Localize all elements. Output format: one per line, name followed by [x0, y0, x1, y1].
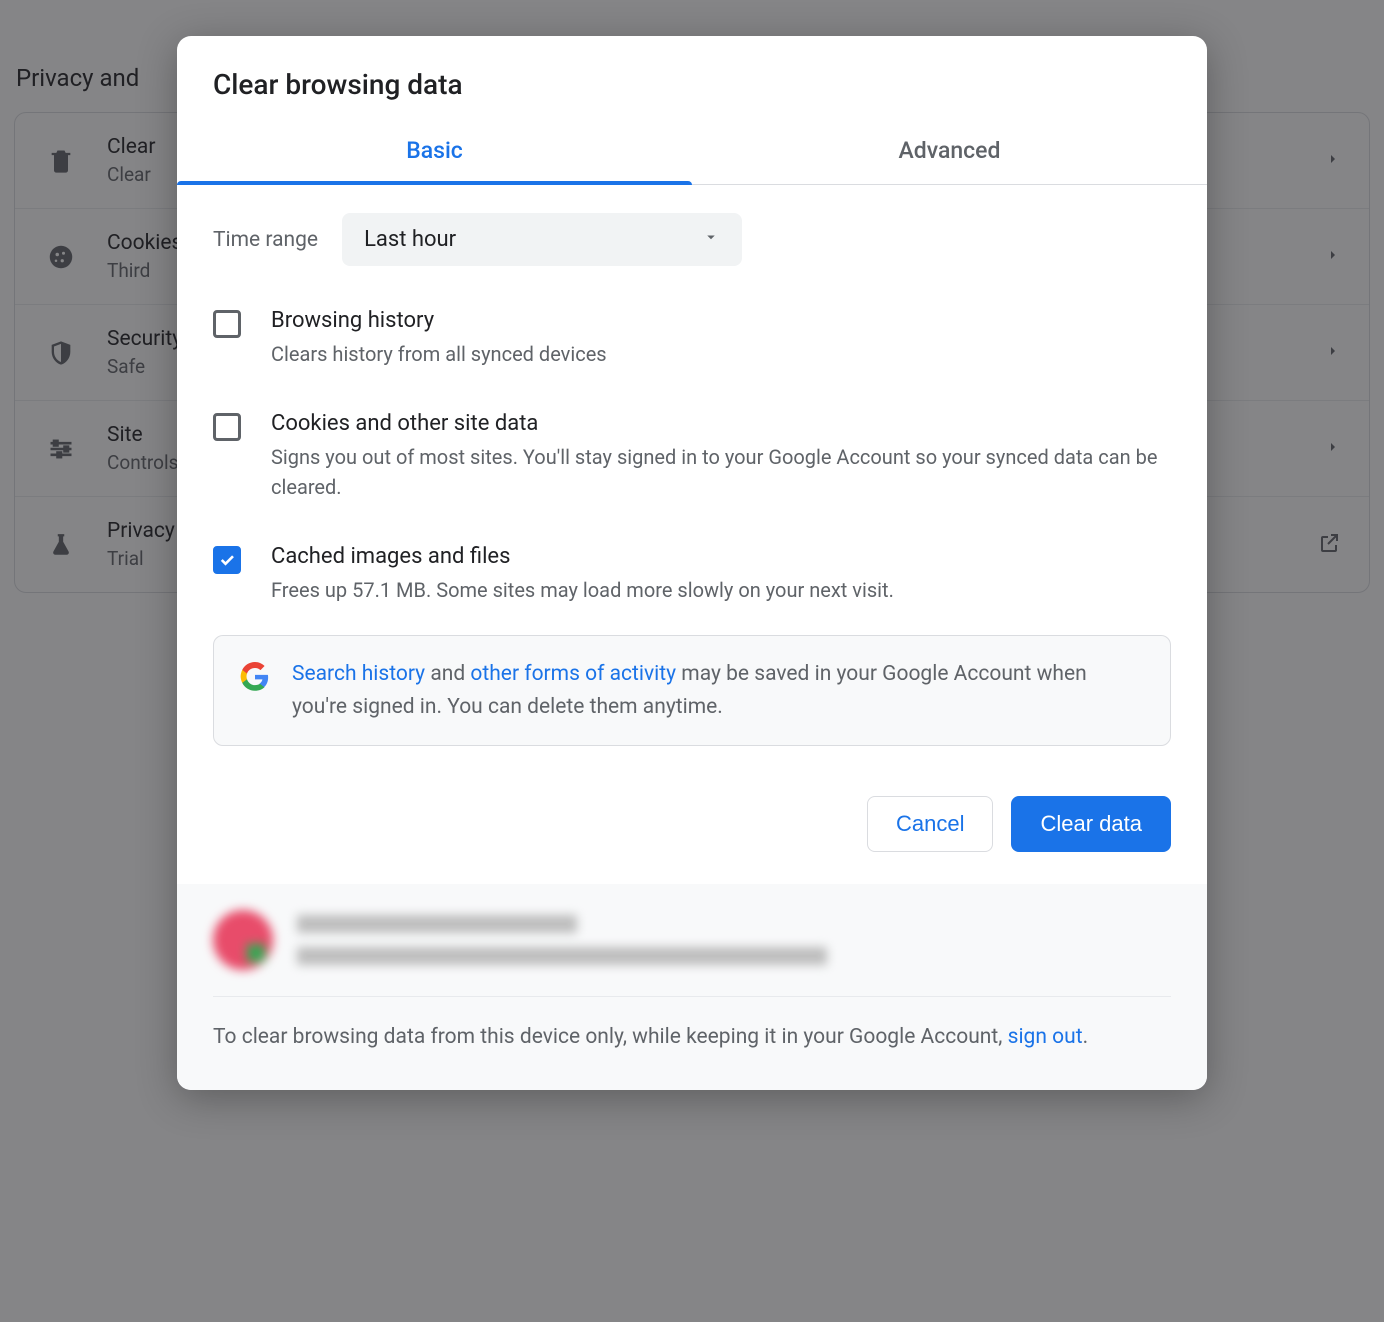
- time-range-label: Time range: [213, 228, 318, 252]
- other-activity-link[interactable]: other forms of activity: [470, 662, 676, 686]
- option-browsing-history: Browsing history Clears history from all…: [213, 292, 1171, 395]
- avatar: [213, 910, 273, 970]
- dialog-footer: To clear browsing data from this device …: [177, 884, 1207, 1090]
- google-account-info-panel: Search history and other forms of activi…: [213, 635, 1171, 746]
- dialog-tabs: Basic Advanced: [177, 119, 1207, 185]
- option-cache: Cached images and files Frees up 57.1 MB…: [213, 528, 1171, 631]
- clear-data-button[interactable]: Clear data: [1011, 796, 1171, 852]
- info-text: Search history and other forms of activi…: [292, 658, 1144, 723]
- tab-basic[interactable]: Basic: [177, 119, 692, 184]
- modal-overlay: Clear browsing data Basic Advanced Time …: [0, 0, 1384, 1322]
- checkbox-cookies[interactable]: [213, 413, 241, 441]
- redacted-email: [297, 947, 827, 965]
- clear-browsing-data-dialog: Clear browsing data Basic Advanced Time …: [177, 36, 1207, 1090]
- search-history-link[interactable]: Search history: [292, 662, 425, 686]
- dialog-title: Clear browsing data: [177, 36, 1207, 119]
- checkbox-cache[interactable]: [213, 546, 241, 574]
- option-subtitle: Frees up 57.1 MB. Some sites may load mo…: [271, 575, 894, 605]
- checkbox-browsing-history[interactable]: [213, 310, 241, 338]
- option-subtitle: Signs you out of most sites. You'll stay…: [271, 442, 1171, 502]
- option-cookies: Cookies and other site data Signs you ou…: [213, 395, 1171, 528]
- account-strip: [213, 910, 1171, 997]
- time-range-select[interactable]: Last hour: [342, 213, 742, 266]
- option-title: Browsing history: [271, 308, 607, 333]
- cancel-button[interactable]: Cancel: [867, 796, 993, 852]
- time-range-value: Last hour: [364, 227, 456, 252]
- footer-text: To clear browsing data from this device …: [213, 1021, 1171, 1054]
- redacted-name: [297, 915, 577, 933]
- option-title: Cached images and files: [271, 544, 894, 569]
- chevron-down-icon: [702, 227, 720, 252]
- option-subtitle: Clears history from all synced devices: [271, 339, 607, 369]
- google-logo-icon: [240, 662, 270, 692]
- tab-advanced[interactable]: Advanced: [692, 119, 1207, 184]
- option-title: Cookies and other site data: [271, 411, 1171, 436]
- sign-out-link[interactable]: sign out: [1008, 1025, 1083, 1049]
